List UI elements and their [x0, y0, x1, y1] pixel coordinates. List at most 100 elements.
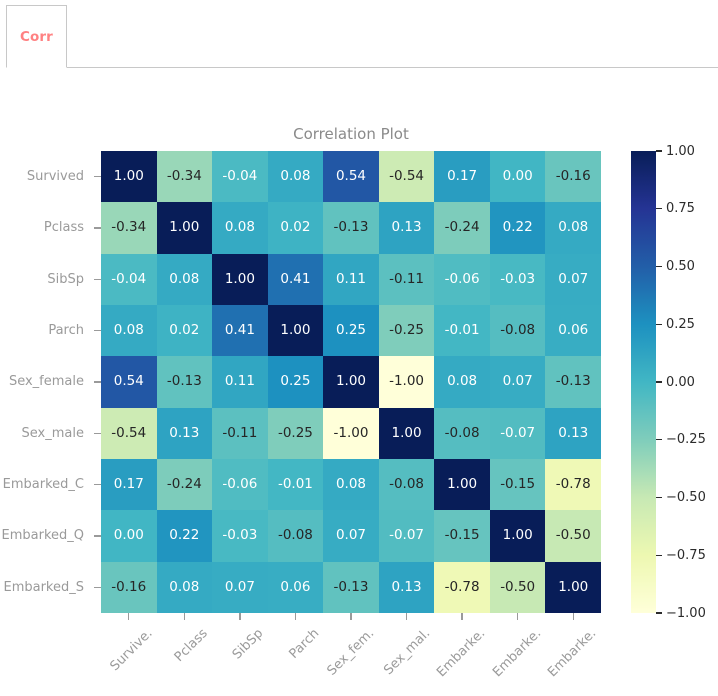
heatmap-cell: 0.08 [101, 304, 157, 357]
colorbar-tick-labels: 1.00 0.75 0.50 0.25 0.00 −0.25 −0.50 −0.75 −1.00 [656, 144, 718, 621]
x-axis-label: Parch [285, 626, 322, 662]
y-axis-tick-mark [90, 356, 101, 407]
x-axis-label: Embarke. [489, 626, 545, 681]
heatmap-cell: 0.41 [267, 253, 324, 305]
heatmap-cell: 0.54 [323, 151, 379, 203]
heatmap-cell: 0.07 [545, 253, 601, 305]
x-axis-label-slot: SibSp [212, 623, 268, 696]
y-axis-tick-mark [90, 151, 101, 202]
heatmap-cell: 1.00 [101, 151, 157, 203]
heatmap-cell: -0.11 [212, 407, 268, 459]
tab-corr[interactable]: Corr [6, 5, 67, 68]
heatmap-cell: 1.00 [156, 202, 213, 254]
x-axis-label: Embarke. [545, 626, 600, 681]
heatmap-cell: 0.02 [156, 304, 213, 357]
heatmap-cell: -0.34 [101, 202, 157, 254]
heatmap-cell: 0.08 [323, 458, 379, 511]
heatmap-cell: -0.24 [156, 458, 213, 511]
heatmap-cell: 1.00 [545, 561, 601, 613]
heatmap-cell: 0.08 [267, 151, 324, 203]
heatmap-cell: -1.00 [378, 356, 435, 408]
heatmap-cell: 0.00 [101, 510, 157, 562]
heatmap-cell: -0.25 [267, 407, 324, 459]
x-axis-tick-mark [268, 613, 324, 623]
colorbar-tick-label: −1.00 [666, 605, 706, 621]
heatmap-cell: 0.13 [545, 407, 601, 459]
heatmap-cell: -0.25 [378, 304, 435, 357]
heatmap-cell: 0.07 [489, 356, 546, 408]
heatmap-cell: -0.13 [156, 356, 213, 408]
heatmap-cell: 0.17 [434, 151, 490, 203]
heatmap-cell: 0.08 [156, 561, 213, 613]
chart-title: Correlation Plot [293, 125, 409, 143]
y-axis-label: Embarked_C [2, 477, 84, 493]
y-axis-label: Pclass [43, 220, 84, 236]
colorbar-tick-mark [656, 554, 662, 556]
y-axis-tick-mark [90, 562, 101, 613]
x-axis-tick-mark [101, 613, 157, 623]
tab-corr-label: Corr [20, 28, 53, 45]
heatmap-cell: 0.41 [212, 304, 268, 357]
heatmap-cell: 0.17 [101, 458, 157, 511]
x-axis-label: Sex_mal. [380, 626, 433, 679]
heatmap-cell: 0.06 [267, 561, 324, 613]
y-axis-label: Embarked_S [3, 579, 84, 595]
y-axis-tick-mark [90, 408, 101, 459]
heatmap-grid: 1.00 -0.34 -0.04 0.08 0.54 -0.54 0.17 0.00 -0.16… [101, 151, 601, 613]
heatmap-cell: -0.34 [156, 151, 213, 203]
heatmap-cell: -0.50 [489, 561, 546, 613]
heatmap-cell: -0.06 [212, 458, 268, 511]
colorbar-tick-label: 0.00 [666, 374, 695, 390]
heatmap-cell: -0.01 [434, 304, 490, 357]
y-axis-tick-mark [90, 459, 101, 510]
heatmap-cell: -0.78 [545, 458, 601, 511]
heatmap-cell: 0.22 [489, 202, 546, 254]
heatmap-cell: 0.08 [156, 253, 213, 305]
heatmap-cell: 0.02 [267, 202, 324, 254]
heatmap-cell: -0.08 [434, 407, 490, 459]
heatmap-cell: -1.00 [323, 407, 379, 459]
heatmap-cell: -0.24 [434, 202, 490, 254]
heatmap-cell: 1.00 [267, 304, 324, 357]
heatmap-cell: -0.16 [101, 561, 157, 613]
y-axis-label: Sex_male [21, 425, 84, 441]
heatmap-cell: 0.54 [101, 356, 157, 408]
heatmap-cell: 0.13 [378, 561, 435, 613]
colorbar-tick-label: 0.50 [666, 259, 695, 274]
x-axis-tick-mark [490, 613, 546, 623]
y-axis-tick-mark [90, 202, 101, 253]
x-axis-label-slot: Pclass [157, 623, 213, 696]
heatmap-cell: -0.13 [545, 356, 601, 408]
tab-bar-divider [67, 67, 718, 68]
x-axis-label: Embarke. [434, 626, 489, 681]
x-axis-label-slot: Survive. [101, 623, 157, 696]
heatmap-cell: -0.13 [323, 561, 379, 613]
heatmap-cell: -0.15 [489, 458, 546, 511]
colorbar-tick-mark [656, 265, 662, 268]
colorbar-gradient [631, 151, 656, 613]
y-axis-tick-mark [90, 254, 101, 305]
heatmap-cell: 0.13 [156, 407, 213, 459]
x-axis-label-slot: Sex_mal. [379, 623, 435, 696]
y-axis-label: Survived [26, 169, 84, 185]
heatmap-cell: 0.11 [212, 356, 268, 408]
heatmap-cell: 0.13 [378, 202, 435, 254]
heatmap-cell: 0.06 [545, 304, 601, 357]
heatmap-cell: -0.13 [323, 202, 379, 254]
heatmap-cell: -0.11 [378, 253, 435, 305]
colorbar-tick-mark [656, 439, 662, 441]
x-axis-label-slot: Embarke. [545, 623, 601, 696]
colorbar-tick-label: −0.75 [666, 547, 706, 563]
heatmap-cell: -0.54 [378, 151, 435, 203]
x-axis-labels: Survive. Pclass SibSp Parch Sex_fem. Sex_mal.… [101, 623, 601, 696]
x-axis-label-slot: Embarke. [490, 623, 546, 696]
x-axis-label: SibSp [229, 626, 267, 663]
y-axis-label: Embarked_Q [1, 528, 85, 544]
heatmap-cell: 1.00 [489, 510, 546, 562]
heatmap-cell: 1.00 [323, 356, 379, 408]
x-axis-tick-mark [379, 613, 435, 623]
heatmap-cell: -0.08 [378, 458, 435, 511]
x-axis-tick-mark [434, 613, 490, 623]
heatmap-cell: -0.78 [434, 561, 490, 613]
heatmap-cell: 0.22 [156, 510, 213, 562]
